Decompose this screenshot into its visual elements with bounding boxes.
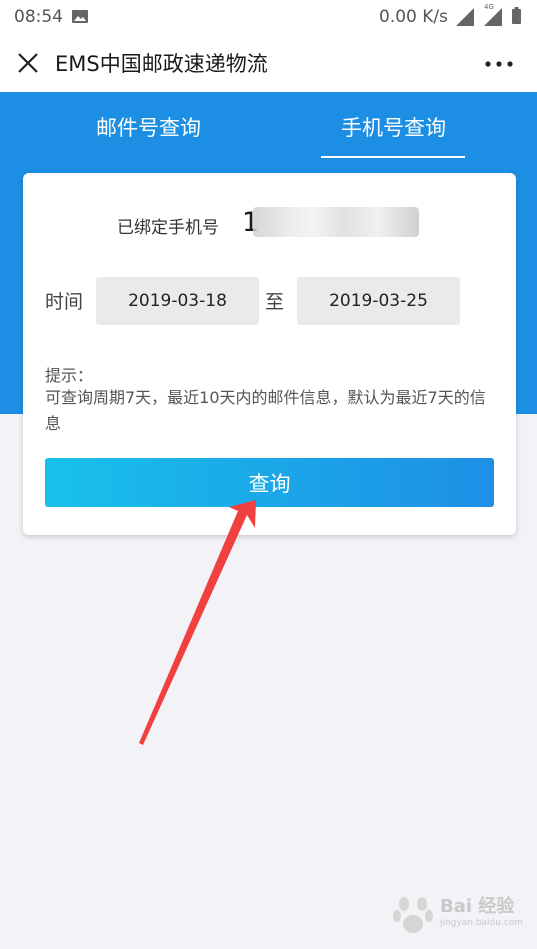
signal-icon <box>484 8 502 26</box>
tab-mail-number-query[interactable]: 邮件号查询 <box>96 112 201 142</box>
start-date-field[interactable]: 2019-03-18 <box>96 277 259 325</box>
title-bar: EMS中国邮政速递物流 <box>0 34 537 92</box>
watermark-brand: Bai 经验 <box>440 896 515 917</box>
status-time: 08:54 <box>14 7 63 27</box>
phone-number-redaction <box>253 207 419 237</box>
status-bar: 08:54 0.00 K/s 4G <box>0 0 537 34</box>
network-speed: 0.00 K/s <box>379 7 448 27</box>
page-title: EMS中国邮政速递物流 <box>55 52 268 76</box>
date-range-separator: 至 <box>265 291 285 313</box>
more-icon[interactable] <box>485 61 513 67</box>
bound-phone-label: 已绑定手机号 <box>117 218 219 238</box>
tab-phone-number-query[interactable]: 手机号查询 <box>341 112 446 142</box>
end-date-field[interactable]: 2019-03-25 <box>297 277 460 325</box>
query-form-card: 已绑定手机号 1 时间 2019-03-18 至 2019-03-25 提示： … <box>23 173 516 535</box>
time-label: 时间 <box>45 291 84 313</box>
photo-icon <box>72 10 88 23</box>
close-icon[interactable] <box>17 52 39 74</box>
active-tab-indicator <box>321 156 465 158</box>
baidu-paw-icon <box>393 897 433 933</box>
screen: 08:54 0.00 K/s 4G EMS中国邮政速递物流 邮件号查询 手机号查… <box>0 0 537 949</box>
baidu-watermark: Bai 经验 jingyan.baidu.com <box>388 890 528 940</box>
query-button[interactable]: 查询 <box>45 458 494 507</box>
battery-icon <box>512 7 521 24</box>
watermark-url: jingyan.baidu.com <box>440 918 524 928</box>
tip-title: 提示： <box>45 366 94 385</box>
tip-text: 可查询周期7天，最近10天内的邮件信息，默认为最近7天的信息 <box>45 388 486 433</box>
signal-icon <box>456 8 474 26</box>
